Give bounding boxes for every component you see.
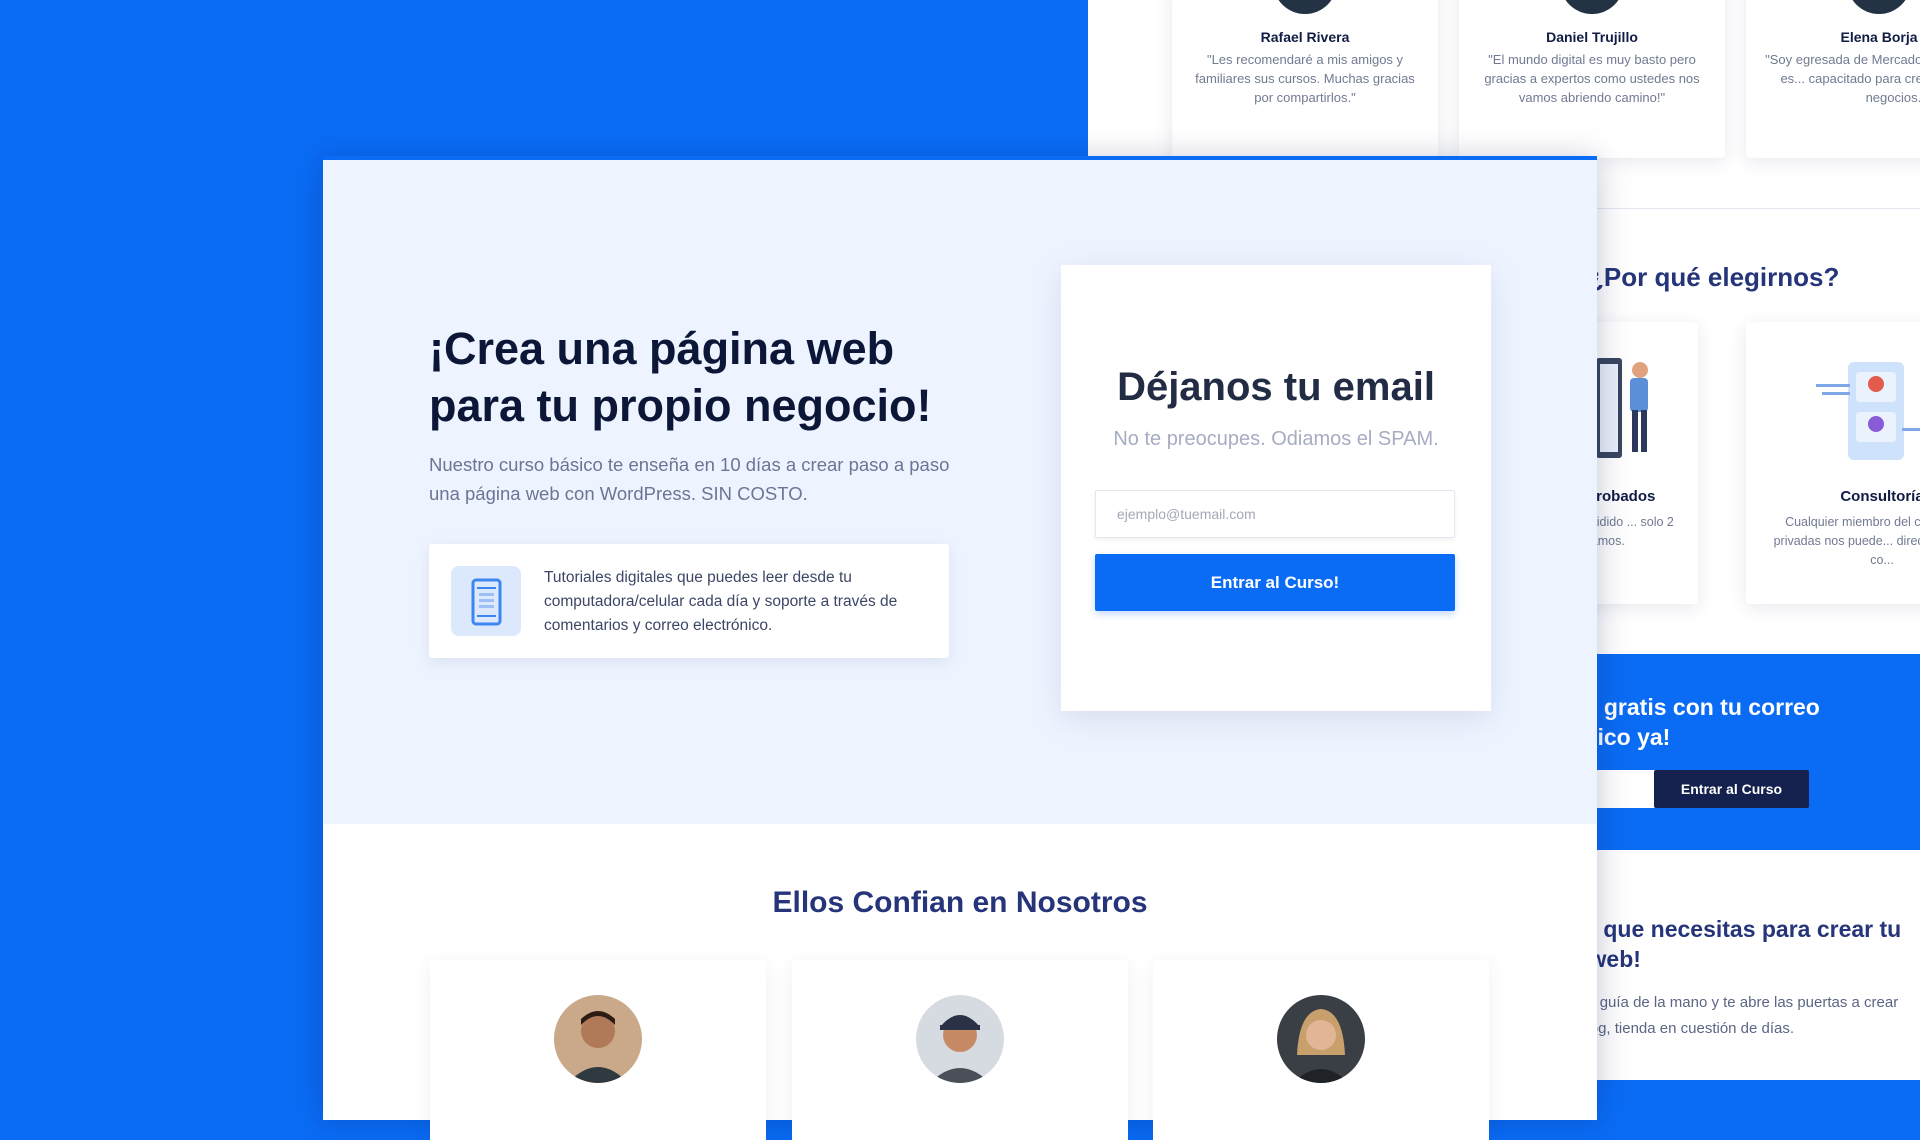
testimonial-avatar (1560, 0, 1624, 14)
feature-highlight-box: Tutoriales digitales que puedes leer des… (429, 544, 949, 658)
testimonial-name: Elena Borja (1840, 29, 1918, 45)
signup-subtitle: No te preocupes. Odiamos el SPAM. (1113, 428, 1439, 450)
hero-title: ¡Crea una página web para tu propio nego… (429, 323, 932, 431)
feature-highlight-text: Tutoriales digitales que puedes leer des… (544, 569, 898, 634)
testimonial-card: Rafael Rivera "Les recomendaré a mis ami… (1172, 0, 1438, 158)
cta-enter-button[interactable]: Entrar al Curso (1654, 770, 1809, 808)
feature-text: Cualquier miembro del cur... dudas priva… (1773, 515, 1920, 567)
user-avatar (916, 995, 1004, 1083)
testimonial-quote: "El mundo digital es muy basto pero grac… (1484, 52, 1700, 105)
testimonial-name: Rafael Rivera (1260, 29, 1350, 45)
testimonial-quote: "Soy egresada de Mercado... cursos me pe… (1765, 52, 1920, 105)
enter-course-button[interactable]: Entrar al Curso! (1095, 554, 1455, 611)
testimonial-card: Elena Borja "Soy egresada de Mercado... … (1746, 0, 1920, 158)
hero-subtitle: Nuestro curso básico te enseña en 10 día… (429, 454, 950, 504)
consulting-chat-illustration-icon (1816, 362, 1920, 460)
testimonial-quote: "Les recomendaré a mis amigos y familiar… (1195, 52, 1415, 105)
user-avatar (554, 995, 642, 1083)
testimonial-avatar (1847, 0, 1911, 14)
trust-card (430, 960, 766, 1140)
feature-title: Consultoría (1840, 488, 1920, 505)
why-choose-us-heading: ¿Por qué elegirnos? (1588, 262, 1840, 292)
landing-page: ¡Crea una página web para tu propio nego… (323, 156, 1597, 1140)
signup-title: Déjanos tu email (1117, 365, 1435, 409)
feature-card: Consultoría Cualquier miembro del cur...… (1746, 322, 1920, 604)
user-avatar (1277, 995, 1365, 1083)
testimonial-name: Daniel Trujillo (1546, 29, 1638, 45)
testimonial-card: Daniel Trujillo "El mundo digital es muy… (1459, 0, 1725, 158)
hero-section: ¡Crea una página web para tu propio nego… (323, 160, 1597, 824)
testimonial-avatar (1273, 0, 1337, 14)
trust-section-title: Ellos Confian en Nosotros (772, 886, 1148, 919)
email-input[interactable] (1095, 490, 1455, 538)
trust-card (792, 960, 1128, 1140)
trust-card (1153, 960, 1489, 1140)
mobile-phone-icon (451, 566, 521, 636)
email-signup-card: Déjanos tu email No te preocupes. Odiamo… (1061, 265, 1491, 711)
